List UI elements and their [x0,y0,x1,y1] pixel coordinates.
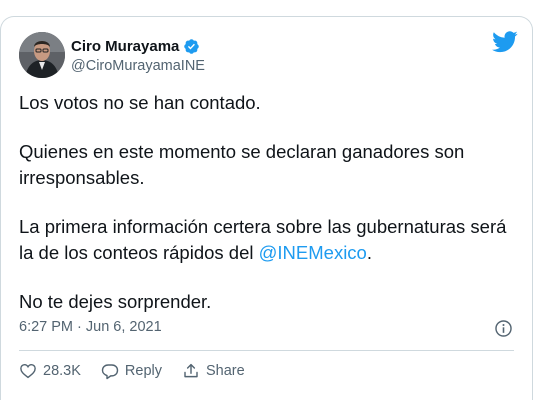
divider [19,350,514,351]
tweet-paragraph-suffix: . [366,242,372,263]
reply-label: Reply [124,363,162,379]
tweet-paragraph: Quienes en este momento se declaran gana… [19,141,465,188]
share-label: Share [205,363,245,379]
tweet-paragraph: Los votos no se han contado. [19,92,261,113]
tweet-card: Ciro Murayama @CiroMurayamaINE Los votos… [0,16,533,400]
like-button[interactable]: 28.3K [19,362,81,380]
avatar-image-icon [19,32,65,78]
share-button[interactable]: Share [182,362,245,380]
tweet-body: Los votos no se han contado. Quienes en … [19,90,519,338]
verified-badge-icon [184,38,200,54]
author-handle[interactable]: @CiroMurayamaINE [71,58,205,74]
like-count: 28.3K [43,363,81,379]
author-name[interactable]: Ciro Murayama [71,38,179,55]
info-icon[interactable] [494,319,513,338]
reply-bubble-icon [101,364,119,380]
reply-button[interactable]: Reply [101,362,162,380]
tweet-paragraph: La primera información certera sobre las… [19,214,519,266]
mention-link[interactable]: @INEMexico [259,242,367,263]
author-block: Ciro Murayama @CiroMurayamaINE [71,35,205,75]
avatar[interactable] [19,32,65,78]
author-name-row: Ciro Murayama [71,35,205,57]
share-icon [184,363,198,378]
action-bar: 28.3K Reply Share [19,362,265,380]
tweet-timestamp[interactable]: 6:27 PM · Jun 6, 2021 [19,319,162,335]
tweet-paragraph: No te dejes sorprender. [19,291,212,312]
twitter-bird-icon[interactable] [492,31,518,53]
heart-icon [20,363,36,379]
